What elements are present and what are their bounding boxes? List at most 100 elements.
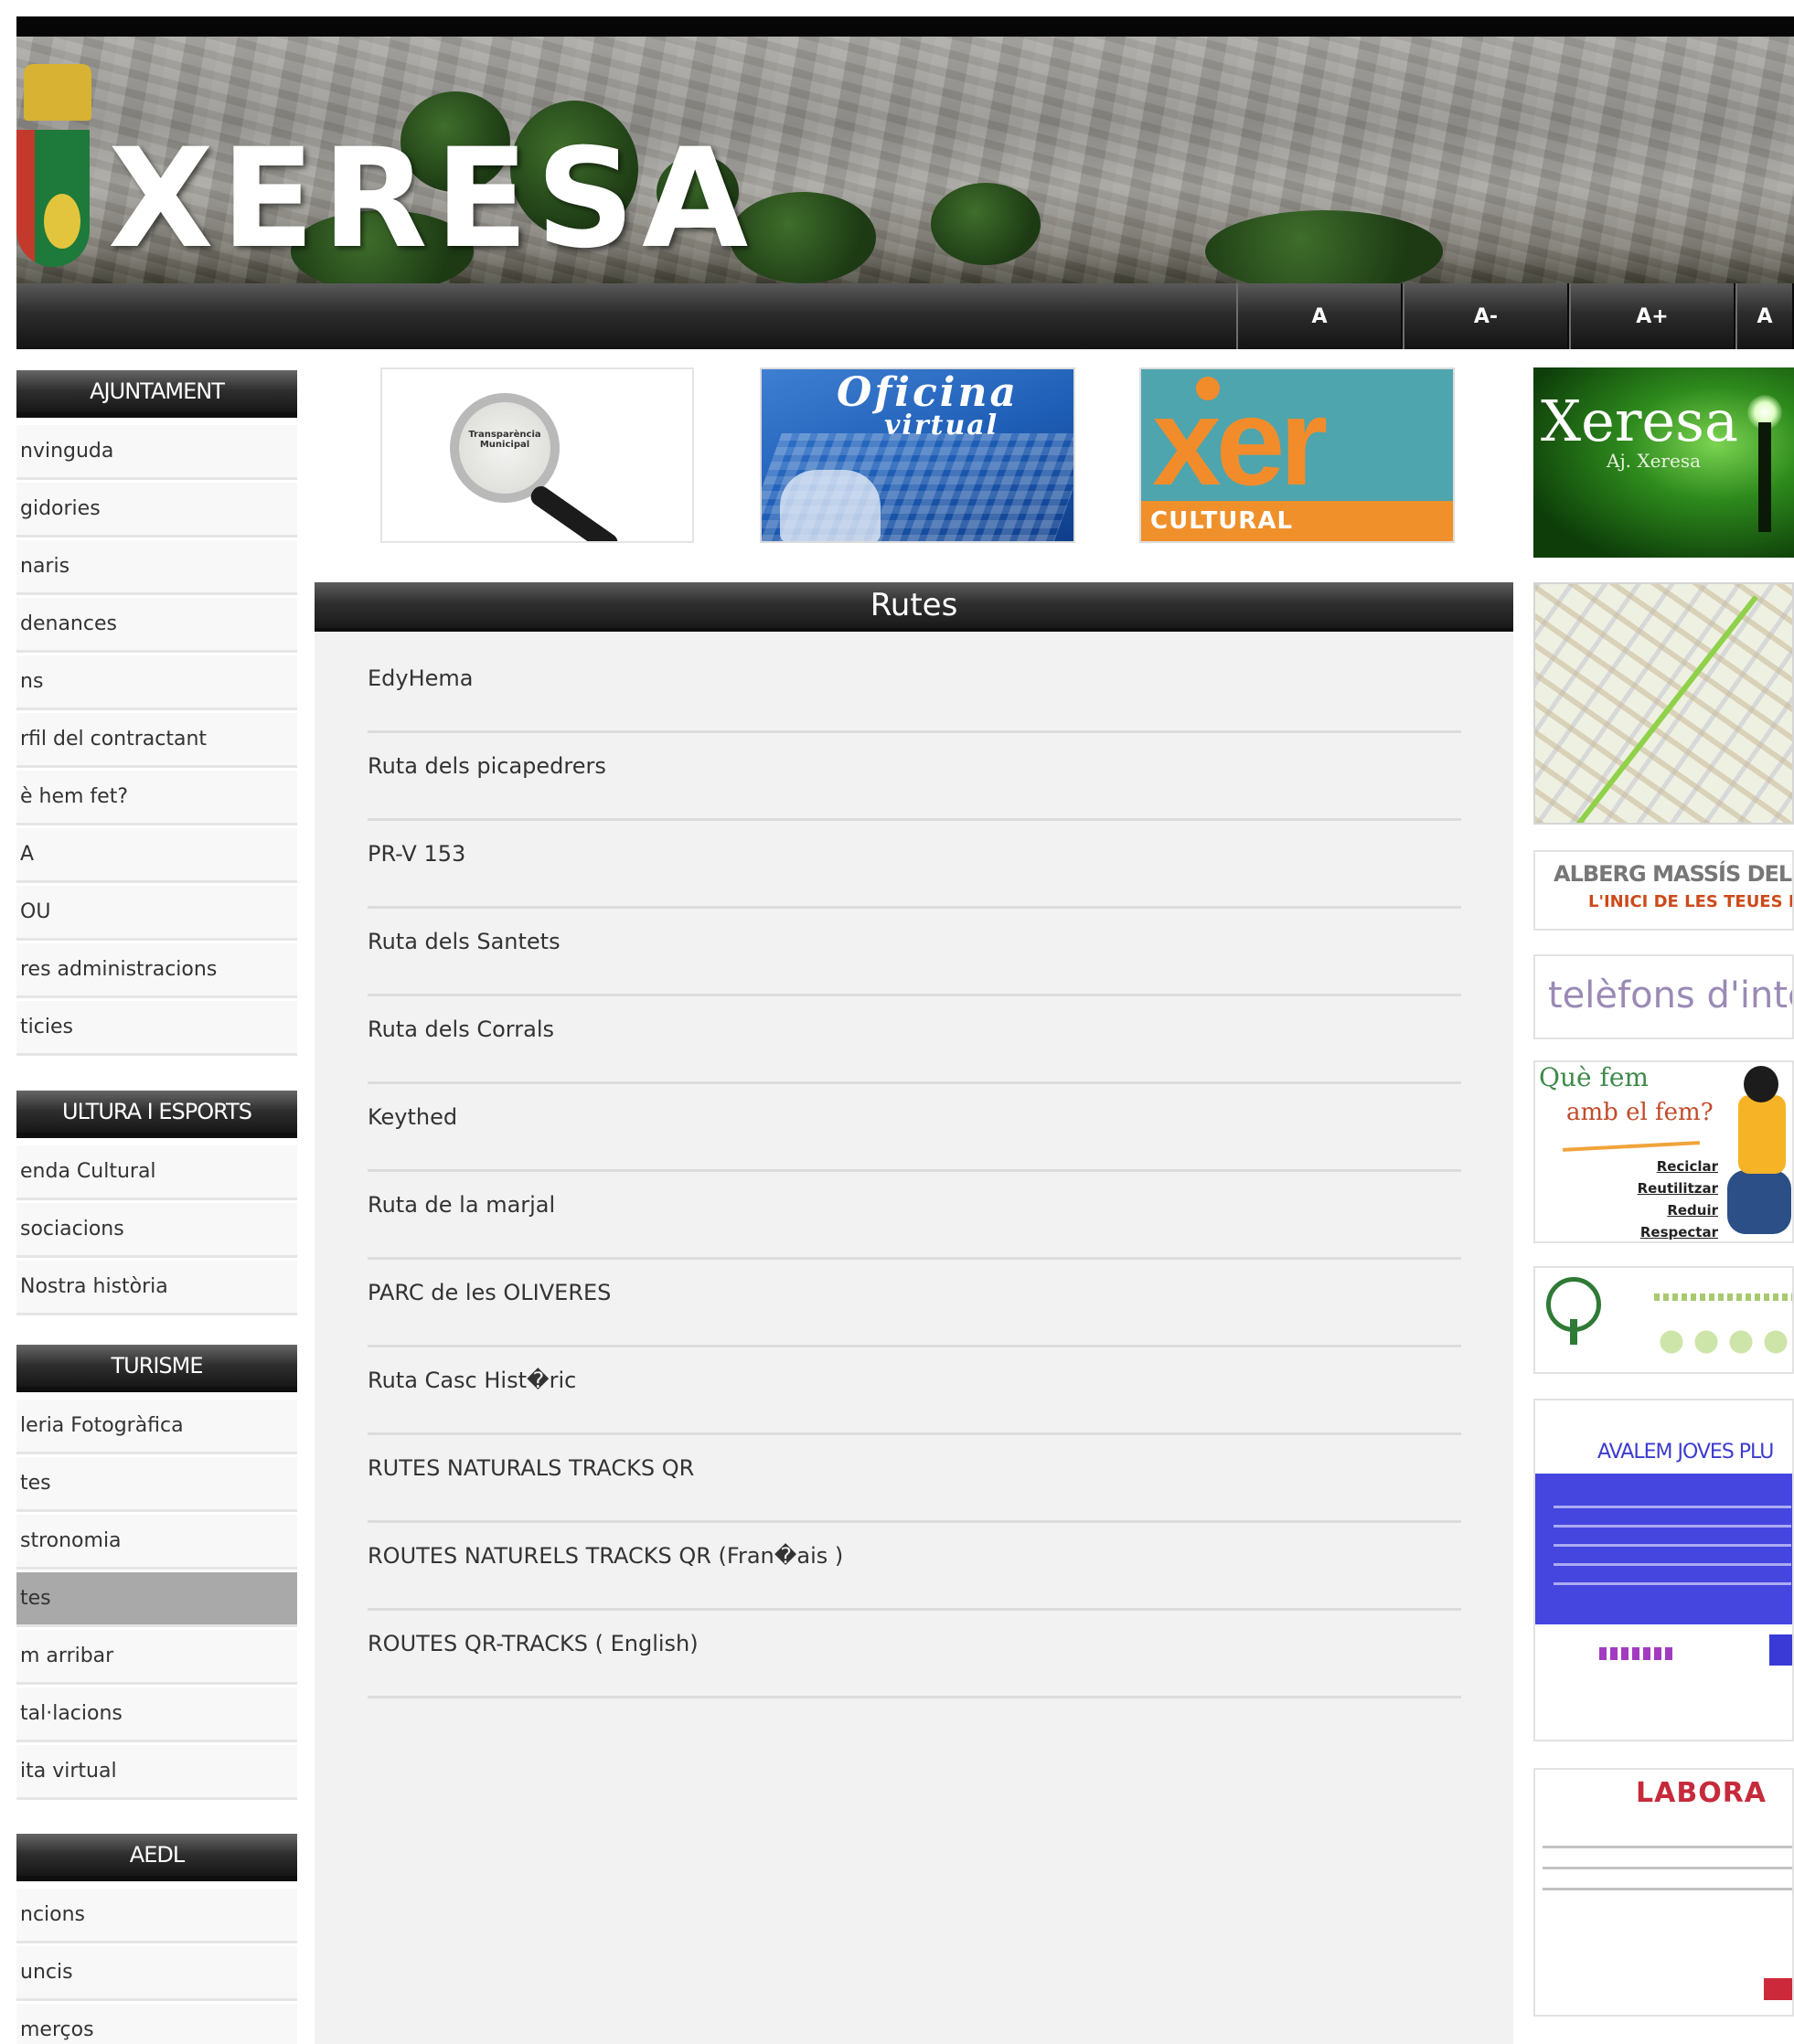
sidebar-item-que-hem-fet[interactable]: è hem fet? [16,771,297,825]
transparency-label: Transparència Municipal [468,430,541,450]
transparency-banner[interactable]: Transparència Municipal [380,367,694,543]
recycling-item: Reutilitzar [1637,1180,1718,1197]
sidebar-heading-ajuntament: AJUNTAMENT [16,370,297,418]
top-black-bar [16,16,1794,37]
town-map-thumbnail[interactable] [1533,582,1794,825]
que-fem-banner[interactable]: Què fem amb el fem? Reciclar Reutilitzar… [1533,1060,1794,1243]
child-figure-body [1738,1095,1786,1174]
oficina-virtual-banner[interactable]: Oficina virtual [760,367,1075,543]
tree [931,183,1041,265]
sidebar-item-galeria-fotografica[interactable]: leria Fotogràfica [16,1400,297,1454]
sidebar-heading-aedl: AEDL [16,1834,297,1881]
sidebar-item-anuncis[interactable]: uncis [16,1946,297,2001]
sidebar-item-funcions[interactable]: ncions [16,1889,297,1943]
alberg-title: ALBERG MASSÍS DEL MONT [1554,861,1792,887]
sidebar-item-nostra-historia[interactable]: Nostra història [16,1261,297,1315]
sidebar-item-agenda-cultural[interactable]: enda Cultural [16,1145,297,1200]
rutes-list: EdyHema Ruta dels picapedrers PR-V 153 R… [315,632,1513,2044]
tv-banner-title: Xeresa [1541,388,1738,454]
alberg-subtitle: L'INICI DE LES TEUES RUT [1588,892,1792,911]
sidebar-item-noticies[interactable]: ticies [16,1001,297,1056]
font-size-toolbar: A A- A+ A [16,283,1794,349]
tree-association-banner[interactable] [1533,1266,1794,1374]
crown-icon [24,64,91,121]
xer-cultural-tag: CULTURAL [1141,501,1453,541]
recycling-list: Reciclar Reutilitzar Reduir Respectar [1618,1155,1718,1241]
sidebar-item-bans[interactable]: ns [16,655,297,710]
route-link-keythed[interactable]: Keythed [368,1084,1461,1172]
child-figure-legs [1727,1170,1791,1234]
xeresa-tv-banner[interactable]: Xeresa Aj. Xeresa [1533,367,1794,558]
sidebar-item-regidories[interactable]: gidories [16,483,297,538]
sidebar-item-horaris[interactable]: naris [16,540,297,595]
route-link-marjal[interactable]: Ruta de la marjal [368,1172,1461,1260]
recycling-item: Reciclar [1656,1158,1718,1175]
labora-text-lines [1543,1845,1792,1909]
sidebar-item-gastronomia[interactable]: stronomia [16,1515,297,1570]
sidebar-item-com-arribar[interactable]: m arribar [16,1630,297,1685]
route-link-routes-naturels-qr[interactable]: ROUTES NATURELS TRACKS QR (Fran�ais ) [368,1523,1461,1611]
avalem-joves-logo [1599,1647,1672,1660]
lamp-pole [1758,422,1771,532]
sidebar-item-associacions[interactable]: sociacions [16,1203,297,1258]
telefons-banner[interactable]: telèfons d'inte [1533,954,1794,1039]
alberg-banner[interactable]: ALBERG MASSÍS DEL MONT L'INICI DE LES TE… [1533,850,1794,931]
xer-logo-text: xer [1152,372,1328,511]
magnifier-handle [527,482,622,541]
font-size-extra-button[interactable]: A [1735,283,1794,349]
route-link-corrals[interactable]: Ruta dels Corrals [368,996,1461,1084]
hands-image [780,470,881,541]
sidebar-item-comercos[interactable]: merços [16,2004,297,2044]
telefons-label: telèfons d'inte [1548,974,1794,1017]
sidebar-item-installacions[interactable]: tal·lacions [16,1687,297,1742]
route-link-parc-oliveres[interactable]: PARC de les OLIVERES [368,1260,1461,1347]
font-size-normal-button[interactable]: A [1236,283,1403,349]
coat-of-arms-logo[interactable] [16,64,91,274]
sidebar-item-ou[interactable]: OU [16,886,297,941]
labora-banner[interactable]: LABORA [1533,1768,1794,2017]
route-link-santets[interactable]: Ruta dels Santets [368,909,1461,996]
que-fem-line1: Què fem [1539,1062,1649,1092]
sidebar-item-visita-virtual[interactable]: ita virtual [16,1745,297,1800]
page: XERESA A A- A+ A AJUNTAMENT nvinguda gid… [0,0,1794,2044]
route-link-routes-qr-english[interactable]: ROUTES QR-TRACKS ( English) [368,1611,1461,1698]
font-size-decrease-button[interactable]: A- [1403,283,1569,349]
route-link-casc-historic[interactable]: Ruta Casc Hist�ric [368,1347,1461,1435]
xer-cultural-banner[interactable]: xer CULTURAL [1139,367,1455,543]
decorative-stroke [1562,1141,1701,1152]
sidebar-item-altres-administracions[interactable]: res administracions [16,943,297,998]
tree-banner-text-line [1654,1293,1792,1301]
avalem-joves-banner[interactable]: AVALEM JOVES PLU [1533,1399,1794,1741]
avalem-joves-square [1769,1634,1792,1666]
social-icons [1654,1328,1792,1356]
shield-icon [16,130,90,267]
sidebar-item-benvinguda[interactable]: nvinguda [16,425,297,480]
route-link-prv-153[interactable]: PR-V 153 [368,821,1461,909]
site-header: XERESA [16,37,1794,285]
tree [1205,210,1443,285]
recycling-item: Respectar [1639,1224,1718,1240]
sidebar-item-ordenances[interactable]: denances [16,598,297,653]
map-streets [1535,584,1792,823]
route-link-picapedrers[interactable]: Ruta dels picapedrers [368,733,1461,821]
avalem-joves-text-lines [1554,1492,1791,1602]
sidebar-item-a[interactable]: A [16,828,297,883]
child-figure-head [1744,1066,1778,1102]
sidebar-item-perfil-contractant[interactable]: rfil del contractant [16,713,297,768]
tree-trunk [1570,1319,1577,1345]
oficina-subtitle: virtual [884,410,999,442]
route-link-edyhema[interactable]: EdyHema [368,645,1461,733]
sidebar-item-rutes-active[interactable]: tes [16,1572,297,1627]
xer-dot [1196,377,1220,400]
rutes-heading: Rutes [315,582,1513,632]
recycling-item: Reduir [1667,1202,1718,1219]
site-title[interactable]: XERESA [108,117,755,282]
tv-banner-subtitle: Aj. Xeresa [1607,450,1702,472]
sidebar-heading-cultura-esports: ULTURA I ESPORTS [16,1091,297,1138]
avalem-joves-title: AVALEM JOVES PLU [1597,1441,1774,1464]
que-fem-line2: amb el fem? [1566,1099,1714,1126]
font-size-increase-button[interactable]: A+ [1569,283,1735,349]
route-link-rutes-naturals-qr[interactable]: RUTES NATURALS TRACKS QR [368,1435,1461,1523]
labora-title: LABORA [1636,1777,1767,1809]
sidebar-item-festes[interactable]: tes [16,1457,297,1512]
